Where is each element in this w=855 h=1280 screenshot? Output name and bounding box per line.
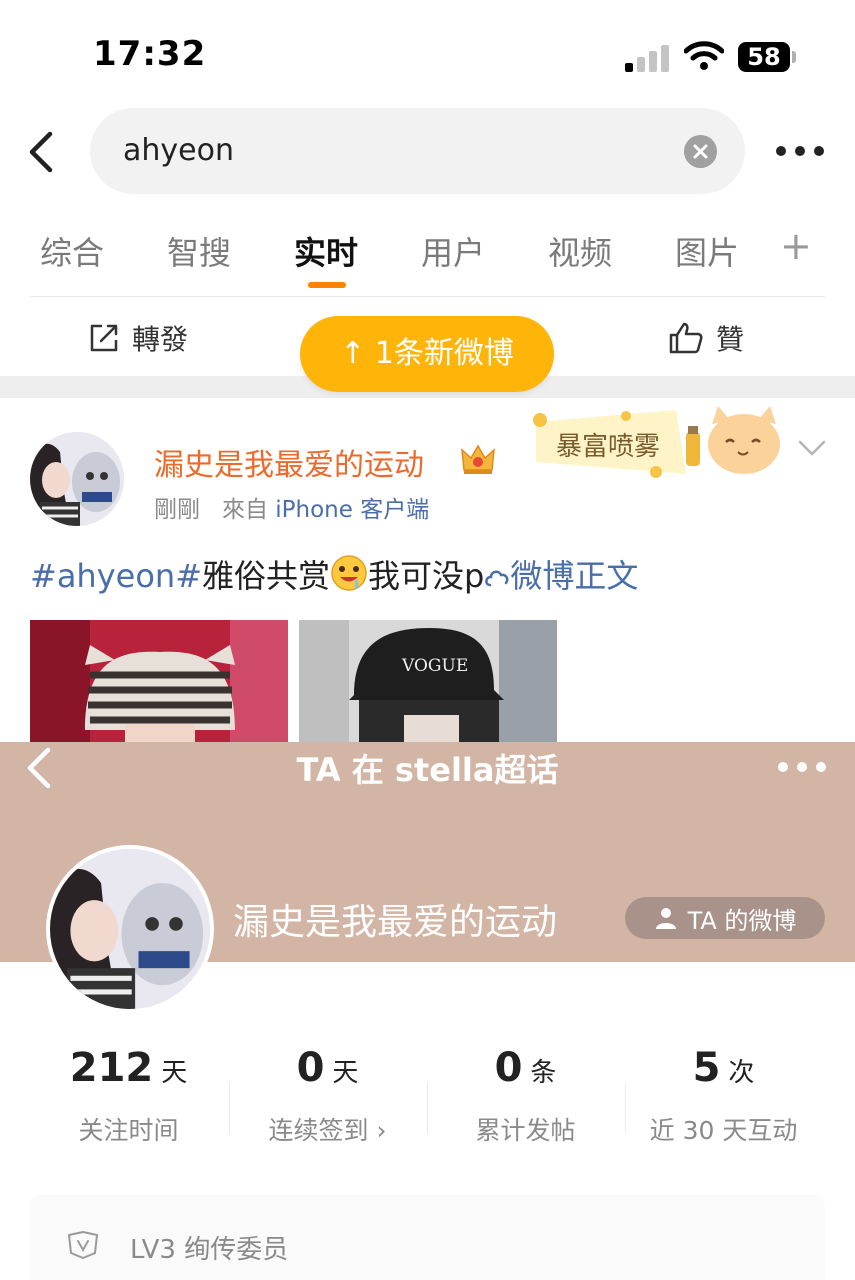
- stat-interactions: 5次 近 30 天互动: [625, 1045, 822, 1147]
- post-image-2[interactable]: VOGUE: [299, 620, 557, 745]
- new-posts-label: 1条新微博: [374, 336, 514, 371]
- stat-value: 0: [494, 1045, 523, 1091]
- stat-value: 212: [69, 1045, 154, 1091]
- avatar-image: [30, 432, 124, 526]
- post-meta: 剛剛 來自 iPhone 客户端: [154, 490, 429, 524]
- add-tab-icon[interactable]: +: [780, 224, 812, 268]
- post-text-2: 我可没p: [368, 557, 485, 595]
- sticker-text: 暴富喷雾: [556, 432, 661, 462]
- ta-weibo-button[interactable]: TA 的微博: [625, 897, 825, 939]
- post-fulltext-link[interactable]: 微博正文: [484, 557, 638, 595]
- like-label: 贊: [716, 323, 745, 356]
- thumbs-up-icon: [669, 322, 703, 354]
- stat-unit: 条: [530, 1058, 557, 1088]
- stats-row: 212 天 关注时间 0天 连续签到 › 0条 累计发帖 5次 近 30 天互动: [30, 1045, 825, 1175]
- more-options-button[interactable]: [772, 138, 828, 166]
- tab-images[interactable]: 图片: [675, 228, 739, 274]
- person-icon: [655, 908, 676, 929]
- clear-icon[interactable]: [684, 135, 717, 168]
- stat-label: 关注时间: [78, 1116, 179, 1145]
- stat-unit: 天: [332, 1058, 359, 1088]
- level-badge-icon: [68, 1231, 98, 1259]
- post-author-name[interactable]: 漏史是我最爱的运动: [154, 440, 424, 484]
- battery-cap: [792, 51, 796, 63]
- repost-icon: [90, 324, 118, 352]
- like-button[interactable]: 贊: [668, 318, 744, 358]
- post-hashtag[interactable]: #ahyeon#: [30, 557, 202, 595]
- cloud-link-icon: [484, 559, 510, 587]
- search-input[interactable]: ahyeon: [90, 108, 745, 194]
- level-text: LV3 绚传委员: [130, 1235, 289, 1265]
- repost-button[interactable]: 轉發: [88, 318, 188, 358]
- cap-logo-text: VOGUE: [402, 656, 469, 676]
- post-time: 剛剛: [154, 497, 200, 523]
- ta-weibo-label: TA 的微博: [687, 906, 797, 935]
- stat-value: 5: [692, 1045, 721, 1091]
- stat-label: 连续签到 ›: [268, 1116, 387, 1145]
- tab-videos[interactable]: 视频: [548, 228, 612, 274]
- post-author-avatar[interactable]: [30, 432, 124, 526]
- stat-label: 近 30 天互动: [649, 1116, 798, 1145]
- level-row[interactable]: LV3 绚传委员: [30, 1195, 825, 1280]
- sheet-avatar-image: [50, 849, 210, 1009]
- repost-label: 轉發: [132, 323, 189, 356]
- post-source[interactable]: iPhone 客户端: [275, 497, 429, 523]
- back-button[interactable]: [22, 128, 62, 176]
- arrow-up-icon: ↑: [340, 336, 366, 371]
- sheet-user-name: 漏史是我最爱的运动: [233, 902, 558, 943]
- stat-label: 累计发帖: [475, 1116, 576, 1145]
- stat-unit: 次: [728, 1058, 755, 1088]
- status-time: 17:32: [93, 34, 207, 74]
- post-image-1[interactable]: [30, 620, 288, 745]
- stat-value: 0: [296, 1045, 325, 1091]
- post-source-prefix: 來自: [221, 497, 268, 523]
- stat-total-posts: 0条 累计发帖: [427, 1045, 624, 1147]
- search-tabs: 综合 智搜 实时 用户 视频 图片 +: [40, 224, 830, 288]
- stat-checkin-streak[interactable]: 0天 连续签到 ›: [229, 1045, 426, 1147]
- chevron-down-icon[interactable]: [798, 440, 826, 458]
- status-bar: 17:32 58: [0, 0, 855, 110]
- new-posts-button[interactable]: ↑ 1条新微博: [300, 316, 554, 392]
- active-tab-indicator: [308, 282, 346, 288]
- tab-comprehensive[interactable]: 综合: [40, 228, 104, 274]
- wifi-icon: [684, 41, 724, 70]
- drooling-face-emoji-icon: [330, 554, 368, 592]
- sheet-user-avatar[interactable]: [46, 845, 214, 1013]
- sheet-title: TA 在 stella超话: [296, 751, 559, 789]
- battery-indicator: 58: [738, 42, 790, 72]
- stat-follow-days: 212 天 关注时间: [30, 1045, 227, 1147]
- post-text-1: 雅俗共赏: [202, 557, 331, 595]
- sheet-more-button[interactable]: [774, 754, 830, 782]
- tabs-divider: [30, 296, 825, 297]
- tab-smart-search[interactable]: 智搜: [167, 228, 231, 274]
- post-body: #ahyeon#雅俗共赏 我可没p 微博正文: [30, 551, 638, 597]
- post-fulltext-label: 微博正文: [510, 557, 639, 595]
- tab-users[interactable]: 用户: [421, 228, 485, 274]
- stat-unit: 天: [161, 1058, 188, 1088]
- search-query: ahyeon: [123, 133, 234, 168]
- tab-realtime[interactable]: 实时: [294, 228, 358, 274]
- fortune-spray-sticker: 暴富喷雾: [526, 402, 796, 484]
- crown-badge-icon: [461, 444, 495, 474]
- signal-icon: [625, 44, 669, 72]
